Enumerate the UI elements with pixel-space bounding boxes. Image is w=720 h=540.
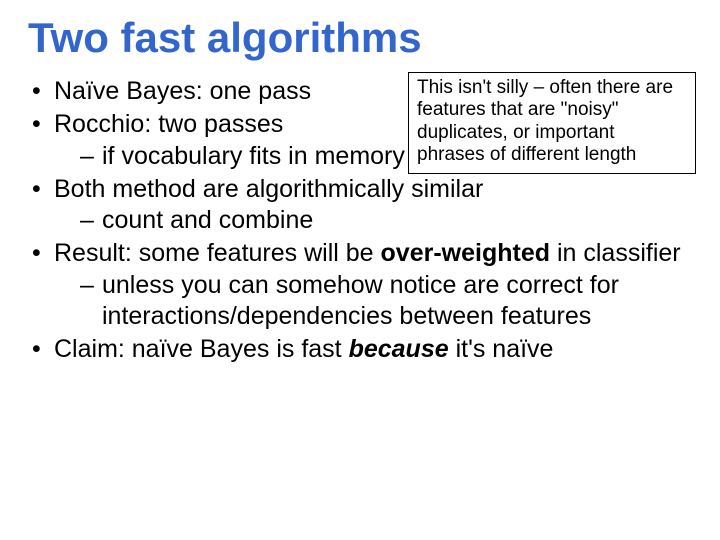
sub-list: if vocabulary fits in memory (54, 141, 692, 172)
bullet-list: Naïve Bayes: one pass Rocchio: two passe… (28, 76, 692, 365)
bullet-item: Naïve Bayes: one pass (28, 76, 692, 107)
bullet-text: Result: some features will be (54, 239, 381, 267)
sub-item: unless you can somehow notice are correc… (80, 270, 692, 333)
bullet-text: Both method are algorithmically similar (54, 175, 483, 203)
sub-list: unless you can somehow notice are correc… (54, 270, 692, 333)
bullet-item: Both method are algorithmically similar … (28, 174, 692, 237)
bullet-item: Result: some features will be over-weigh… (28, 238, 692, 332)
slide: Two fast algorithms This isn't silly – o… (0, 0, 720, 365)
bold-text: over-weighted (381, 239, 550, 267)
sub-list: count and combine (54, 205, 692, 236)
bullet-text: Claim: naïve Bayes is fast (54, 335, 349, 363)
sub-item: if vocabulary fits in memory (80, 141, 692, 172)
bullet-text: Rocchio: two passes (54, 110, 283, 138)
slide-title: Two fast algorithms (28, 14, 692, 62)
bullet-item: Claim: naïve Bayes is fast because it's … (28, 334, 692, 365)
bullet-text: it's naïve (449, 335, 554, 363)
bullet-text: in classifier (550, 239, 681, 267)
sub-item: count and combine (80, 205, 692, 236)
bullet-item: Rocchio: two passes if vocabulary fits i… (28, 109, 692, 172)
bold-italic-text: because (349, 335, 449, 363)
